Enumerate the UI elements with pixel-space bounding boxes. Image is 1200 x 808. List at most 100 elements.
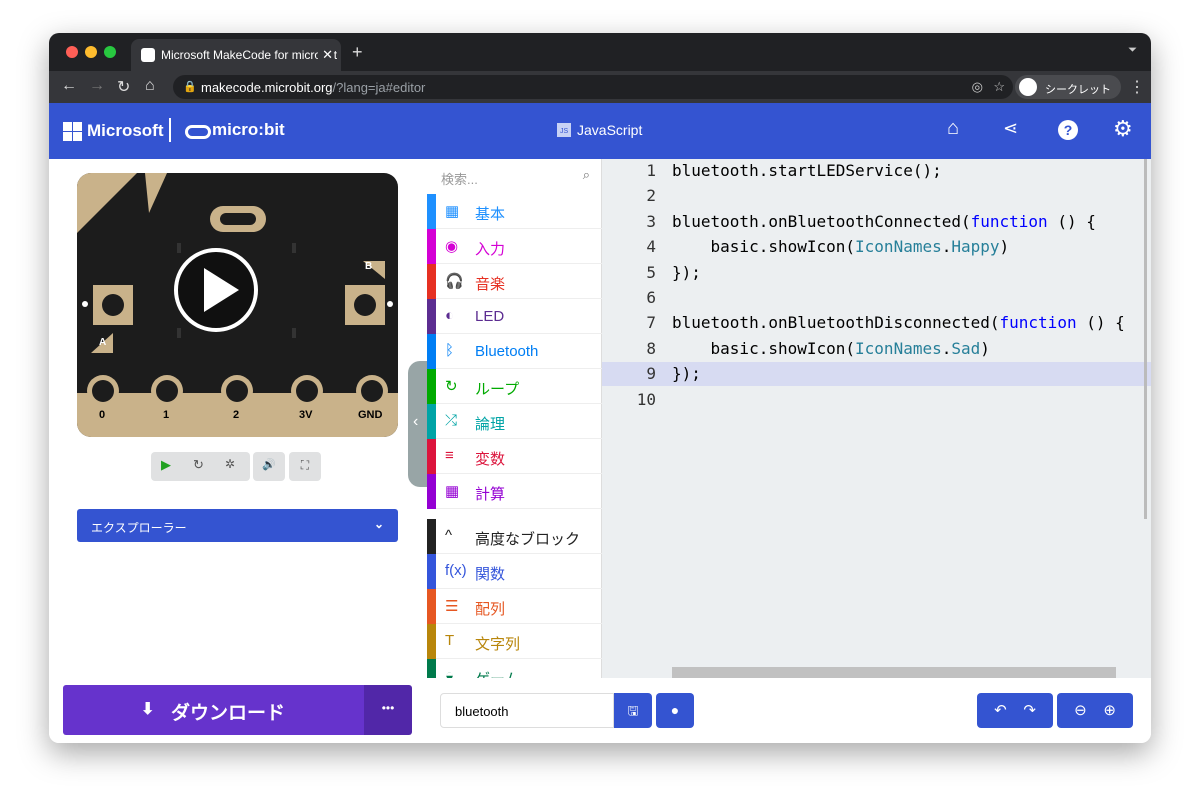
category-label: LED — [475, 308, 505, 325]
button-a-label: A — [99, 337, 107, 348]
restart-icon[interactable]: ↻ — [193, 457, 204, 473]
mute-icon[interactable]: 🔊 — [253, 452, 285, 481]
explorer-label: エクスプローラー — [91, 521, 187, 535]
code-line[interactable]: bluetooth.onBluetoothDisconnected(functi… — [672, 313, 1125, 332]
settings-gear-icon[interactable]: ⚙ — [1113, 116, 1133, 142]
category-color-bar — [427, 439, 436, 474]
category-10[interactable]: f(x) 関数 — [427, 554, 602, 589]
toolbox: 検索... ⌕ ▦ 基本 ◉ 入力 🎧 音楽 ◐ LED ᛒ Bluetooth ↻ ループ ⤮ 論理 ≡ 変数… — [427, 159, 602, 694]
fullscreen-icon[interactable]: ⛶ — [289, 452, 321, 481]
explorer-toggle[interactable]: エクスプローラー ⌄ — [77, 509, 398, 542]
category-3-icon: ◐ — [445, 307, 455, 324]
bookmark-star-icon[interactable]: ☆ — [993, 79, 1005, 95]
simulator-panel: 0 1 2 3V GND A B ▶ ↻ ✲ 🔊 ⛶ エクスプローラー ⌄ ‹ — [49, 159, 432, 678]
zoom-out-icon[interactable]: ⊖ — [1074, 702, 1087, 719]
code-line[interactable]: }); — [672, 364, 701, 383]
redo-icon[interactable]: ↷ — [1023, 702, 1036, 719]
line-number: 3 — [646, 211, 656, 231]
vertical-scrollbar[interactable] — [1144, 159, 1147, 519]
download-label: ダウンロード — [171, 703, 286, 724]
debug-bug-icon[interactable]: ✲ — [225, 457, 235, 471]
microsoft-brand[interactable]: Microsoft — [87, 121, 164, 141]
pin-gnd: GND — [358, 409, 383, 421]
category-2[interactable]: 🎧 音楽 — [427, 264, 602, 299]
category-4[interactable]: ᛒ Bluetooth — [427, 334, 602, 369]
tracking-blocked-icon[interactable]: ◎ — [972, 79, 983, 95]
tab-search-icon[interactable]: ⏷ — [1128, 44, 1137, 57]
category-11-icon: ☰ — [445, 598, 459, 615]
close-tab-icon[interactable]: ✕ — [318, 47, 333, 63]
category-label: 計算 — [475, 486, 506, 503]
line-number: 5 — [646, 262, 656, 282]
incognito-badge[interactable]: シークレット — [1015, 75, 1121, 99]
reload-icon[interactable]: ↻ — [117, 77, 130, 97]
category-0[interactable]: ▦ 基本 — [427, 194, 602, 229]
back-icon[interactable]: ← — [61, 77, 77, 95]
home-icon[interactable]: ⌂ — [947, 117, 959, 140]
category-8[interactable]: ▦ 計算 — [427, 474, 602, 509]
category-color-bar — [427, 369, 436, 404]
category-0-icon: ▦ — [445, 203, 460, 220]
toolbox-search[interactable]: 検索... ⌕ — [427, 159, 602, 194]
category-color-bar — [427, 519, 436, 554]
pin-0[interactable]: 0 — [99, 409, 105, 421]
category-1-icon: ◉ — [445, 238, 459, 255]
new-tab-icon[interactable]: + — [352, 42, 363, 63]
microbit-brand[interactable]: micro:bit — [212, 120, 285, 140]
category-12[interactable]: T 文字列 — [427, 624, 602, 659]
category-9[interactable]: ^ 高度なブロック — [427, 519, 602, 554]
javascript-mode-toggle[interactable]: JavaScript — [577, 122, 642, 138]
menu-icon[interactable]: ⋮ — [1129, 77, 1145, 97]
workspace: 0 1 2 3V GND A B ▶ ↻ ✲ 🔊 ⛶ エクスプローラー ⌄ ‹ 検… — [49, 159, 1151, 694]
category-5-icon: ↻ — [445, 378, 458, 395]
github-icon[interactable]: ● — [656, 693, 694, 728]
pin-2[interactable]: 2 — [233, 409, 239, 421]
category-11[interactable]: ☰ 配列 — [427, 589, 602, 624]
play-icon[interactable]: ▶ — [161, 457, 171, 473]
profile-label: シークレット — [1045, 84, 1111, 96]
category-3[interactable]: ◐ LED — [427, 299, 602, 334]
category-2-icon: 🎧 — [445, 273, 464, 290]
category-5[interactable]: ↻ ループ — [427, 369, 602, 404]
help-icon[interactable]: ? — [1058, 120, 1078, 140]
browser-tab[interactable]: Microsoft MakeCode for micro:bit ✕ — [131, 39, 341, 71]
category-7-icon: ≡ — [445, 447, 454, 464]
project-name-input[interactable]: bluetooth — [440, 693, 614, 728]
lock-icon: 🔒 — [183, 81, 197, 93]
undo-icon[interactable]: ↶ — [994, 702, 1007, 719]
code-line[interactable]: basic.showIcon(IconNames.Sad) — [672, 339, 990, 358]
share-icon[interactable]: ⋖ — [1003, 118, 1018, 139]
maximize-window-button[interactable] — [104, 46, 116, 58]
category-7[interactable]: ≡ 変数 — [427, 439, 602, 474]
close-window-button[interactable] — [66, 46, 78, 58]
url-input[interactable]: 🔒 makecode.microbit.org/?lang=ja#editor ◎… — [173, 75, 1013, 99]
category-label: 論理 — [475, 416, 506, 433]
line-number: 6 — [646, 288, 656, 307]
code-line[interactable]: bluetooth.startLEDService(); — [672, 161, 942, 180]
code-line[interactable]: basic.showIcon(IconNames.Happy) — [672, 237, 1010, 256]
home-icon[interactable]: ⌂ — [145, 77, 155, 95]
minimize-window-button[interactable] — [85, 46, 97, 58]
category-color-bar — [427, 554, 436, 589]
zoom-in-icon[interactable]: ⊕ — [1103, 702, 1116, 719]
category-color-bar — [427, 624, 436, 659]
chevron-left-icon: ‹ — [413, 413, 419, 430]
line-number: 4 — [646, 237, 656, 257]
download-button[interactable]: ⬇ ダウンロード — [63, 685, 364, 735]
category-label: 音楽 — [475, 276, 506, 293]
code-line[interactable]: bluetooth.onBluetoothConnected(function … — [672, 212, 1096, 231]
code-line[interactable]: }); — [672, 263, 701, 282]
forward-icon[interactable]: → — [89, 77, 105, 95]
category-8-icon: ▦ — [445, 483, 460, 500]
horizontal-scrollbar[interactable] — [672, 667, 1116, 678]
category-6[interactable]: ⤮ 論理 — [427, 404, 602, 439]
chevron-down-icon: ⌄ — [373, 517, 384, 531]
zoom-group: ⊖ ⊕ — [1057, 693, 1133, 728]
microbit-simulator[interactable]: 0 1 2 3V GND A B — [77, 173, 398, 437]
microsoft-logo-icon — [63, 122, 82, 141]
save-icon[interactable]: 🖫 — [614, 693, 652, 728]
pin-1[interactable]: 1 — [163, 409, 169, 421]
category-1[interactable]: ◉ 入力 — [427, 229, 602, 264]
more-options-button[interactable]: ••• — [364, 685, 412, 735]
code-editor[interactable]: 1 bluetooth.startLEDService(); 2 3 bluetooth… — [602, 159, 1151, 678]
